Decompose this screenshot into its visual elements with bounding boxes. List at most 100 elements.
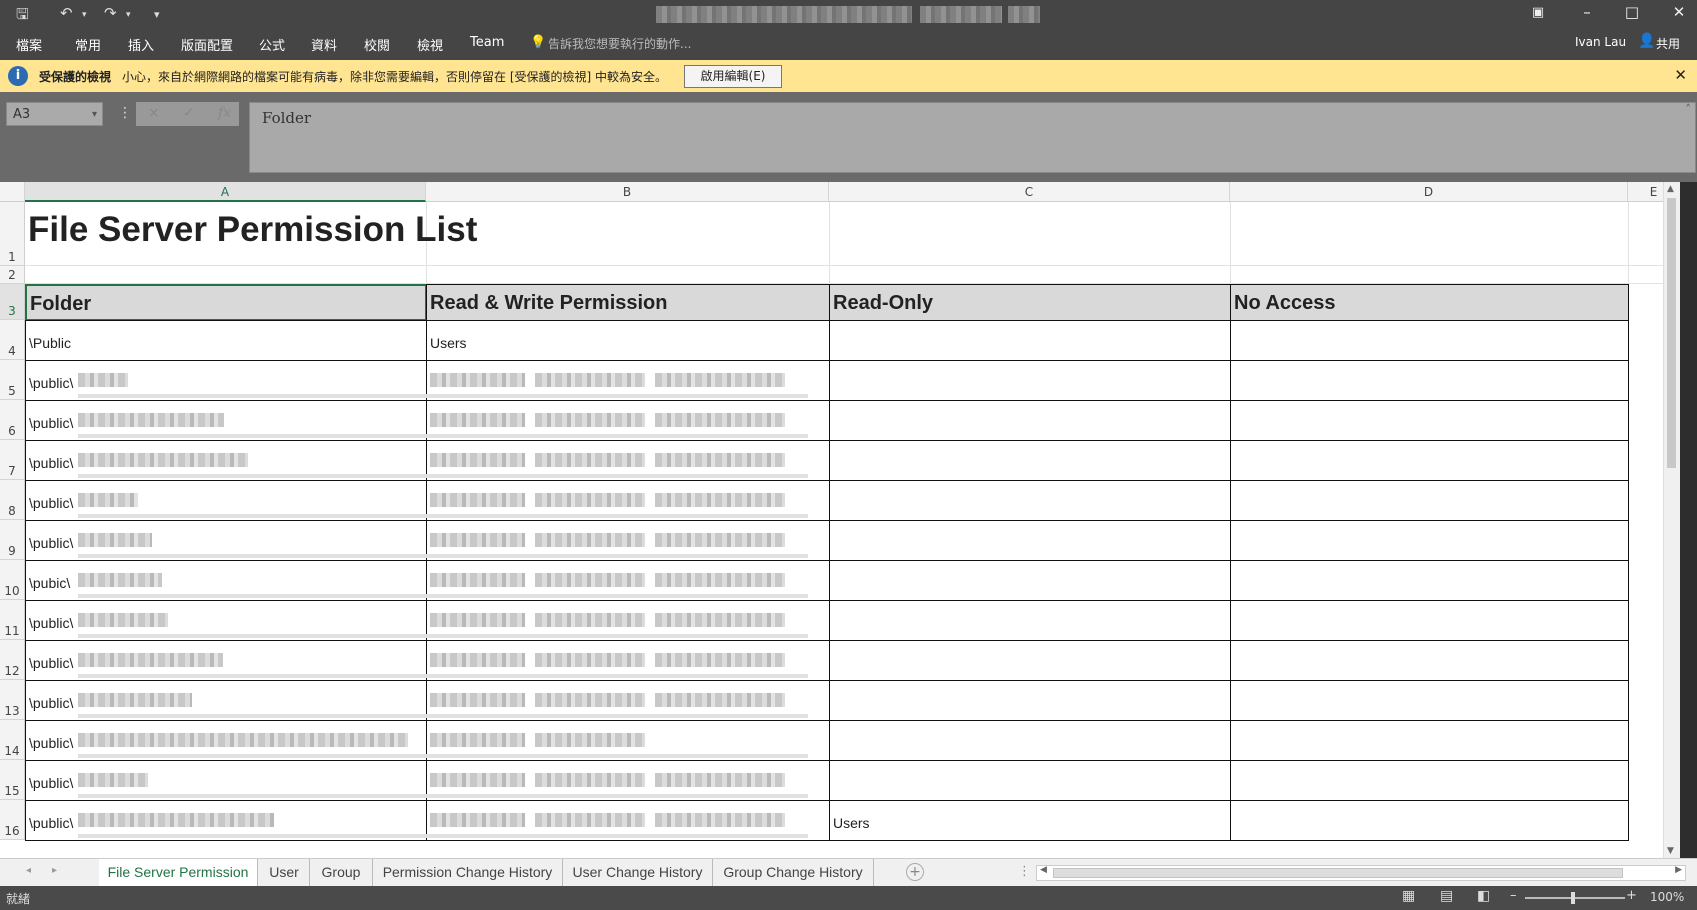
enter-icon[interactable]: ✓	[183, 105, 195, 121]
zoom-out-icon[interactable]: –	[1510, 888, 1517, 903]
scroll-up-icon[interactable]: ▲	[1667, 184, 1674, 194]
table-cell-na[interactable]	[1230, 560, 1629, 601]
sheet-tab-group[interactable]: Group	[310, 859, 373, 886]
row-header-16[interactable]: 16	[0, 800, 25, 840]
tab-team[interactable]: Team	[470, 35, 504, 50]
row-header-3[interactable]: 3	[0, 284, 25, 320]
tab-data[interactable]: 資料	[311, 35, 337, 54]
header-folder[interactable]: Folder	[25, 284, 427, 321]
table-cell-na[interactable]	[1230, 600, 1629, 641]
table-cell-ro[interactable]	[829, 680, 1231, 721]
scroll-left-icon[interactable]: ◀	[1040, 865, 1047, 875]
scroll-left-icon[interactable]: ◂	[26, 865, 31, 876]
sheet-tab-user[interactable]: User	[259, 859, 310, 886]
chevron-down-icon[interactable]: ▾	[92, 103, 97, 127]
page-break-icon[interactable]: ◧	[1477, 888, 1490, 904]
zoom-slider[interactable]	[1525, 892, 1625, 904]
table-cell-ro[interactable]: Users	[829, 800, 1231, 841]
row-header-15[interactable]: 15	[0, 760, 25, 800]
undo-dropdown-icon[interactable]: ▾	[82, 10, 87, 20]
table-cell-na[interactable]	[1230, 400, 1629, 441]
tab-review[interactable]: 校閱	[364, 35, 390, 54]
row-header-6[interactable]: 6	[0, 400, 25, 440]
row-header-1[interactable]: 1	[0, 202, 25, 266]
table-cell-na[interactable]	[1230, 800, 1629, 841]
redo-icon[interactable]: ↷	[104, 4, 117, 22]
more-icon[interactable]: ⋮	[1018, 864, 1031, 879]
tell-me-box[interactable]: 告訴我您想要執行的動作...	[548, 35, 691, 52]
add-sheet-icon[interactable]: +	[906, 863, 924, 881]
sheet-title[interactable]: File Server Permission List	[28, 210, 477, 250]
save-icon[interactable]: 🖫	[16, 4, 29, 29]
minimize-icon[interactable]: –	[1572, 3, 1602, 21]
close-window-icon[interactable]: ✕	[1664, 3, 1694, 21]
tab-formulas[interactable]: 公式	[259, 35, 285, 54]
more-icon[interactable]: ⋮	[118, 105, 132, 121]
tab-view[interactable]: 檢視	[417, 35, 443, 54]
sheet-tab-user-change-history[interactable]: User Change History	[563, 859, 713, 886]
chevron-up-icon[interactable]: ˄	[1686, 103, 1692, 116]
row-header-12[interactable]: 12	[0, 640, 25, 680]
table-cell-rw[interactable]: Users	[426, 320, 830, 361]
table-cell-ro[interactable]	[829, 760, 1231, 801]
customize-toolbar-icon[interactable]: ▾	[154, 8, 160, 21]
row-header-2[interactable]: 2	[0, 266, 25, 284]
table-cell-ro[interactable]	[829, 520, 1231, 561]
row-header-10[interactable]: 10	[0, 560, 25, 600]
table-cell-ro[interactable]	[829, 480, 1231, 521]
normal-view-icon[interactable]: ▦	[1402, 888, 1415, 904]
table-cell-na[interactable]	[1230, 640, 1629, 681]
tab-insert[interactable]: 插入	[128, 35, 154, 54]
row-header-5[interactable]: 5	[0, 360, 25, 400]
table-cell-ro[interactable]	[829, 560, 1231, 601]
tab-page-layout[interactable]: 版面配置	[181, 35, 233, 54]
scroll-right-icon[interactable]: ▶	[1675, 865, 1682, 875]
table-cell-na[interactable]	[1230, 480, 1629, 521]
table-cell-ro[interactable]	[829, 400, 1231, 441]
table-cell-ro[interactable]	[829, 360, 1231, 401]
ribbon-display-icon[interactable]: ▣	[1523, 5, 1553, 20]
row-header-11[interactable]: 11	[0, 600, 25, 640]
formula-input[interactable]: Folder ˄	[249, 102, 1696, 173]
cancel-icon[interactable]: ×	[148, 105, 160, 121]
table-cell-na[interactable]	[1230, 360, 1629, 401]
header-read-only[interactable]: Read-Only	[829, 284, 1231, 321]
name-box[interactable]: A3 ▾	[6, 102, 103, 126]
row-header-8[interactable]: 8	[0, 480, 25, 520]
row-header-4[interactable]: 4	[0, 320, 25, 360]
select-all-corner[interactable]	[0, 182, 25, 202]
table-cell-ro[interactable]	[829, 640, 1231, 681]
row-header-7[interactable]: 7	[0, 440, 25, 480]
row-header-14[interactable]: 14	[0, 720, 25, 760]
column-header-c[interactable]: C	[829, 182, 1230, 202]
table-cell-na[interactable]	[1230, 760, 1629, 801]
column-header-b[interactable]: B	[426, 182, 829, 202]
redo-dropdown-icon[interactable]: ▾	[126, 10, 131, 20]
maximize-icon[interactable]: □	[1617, 3, 1647, 21]
tab-home[interactable]: 常用	[75, 35, 101, 54]
row-header-9[interactable]: 9	[0, 520, 25, 560]
column-header-a[interactable]: A	[25, 182, 426, 202]
scroll-down-icon[interactable]: ▼	[1667, 846, 1674, 856]
vertical-scrollbar[interactable]: ▲ ▼	[1663, 182, 1680, 858]
sheet-tab-file-server-permission[interactable]: File Server Permission	[99, 859, 258, 888]
zoom-slider-thumb[interactable]	[1571, 892, 1575, 904]
table-cell-na[interactable]	[1230, 520, 1629, 561]
table-cell-ro[interactable]	[829, 600, 1231, 641]
sheet-tab-permission-change-history[interactable]: Permission Change History	[373, 859, 563, 886]
undo-icon[interactable]: ↶	[60, 4, 73, 22]
scroll-thumb[interactable]	[1667, 198, 1676, 468]
sheet-tab-group-change-history[interactable]: Group Change History	[713, 859, 874, 886]
table-cell-na[interactable]	[1230, 320, 1629, 361]
insert-function-icon[interactable]: fx	[218, 105, 231, 121]
table-cell-ro[interactable]	[829, 440, 1231, 481]
share-button[interactable]: 共用	[1656, 35, 1680, 52]
page-layout-icon[interactable]: ▤	[1440, 888, 1453, 904]
table-cell-na[interactable]	[1230, 720, 1629, 761]
scroll-thumb[interactable]	[1053, 868, 1623, 878]
table-cell-ro[interactable]	[829, 720, 1231, 761]
table-cell-na[interactable]	[1230, 680, 1629, 721]
row-header-13[interactable]: 13	[0, 680, 25, 720]
column-header-d[interactable]: D	[1230, 182, 1628, 202]
table-cell-folder[interactable]: \Public	[25, 320, 427, 361]
